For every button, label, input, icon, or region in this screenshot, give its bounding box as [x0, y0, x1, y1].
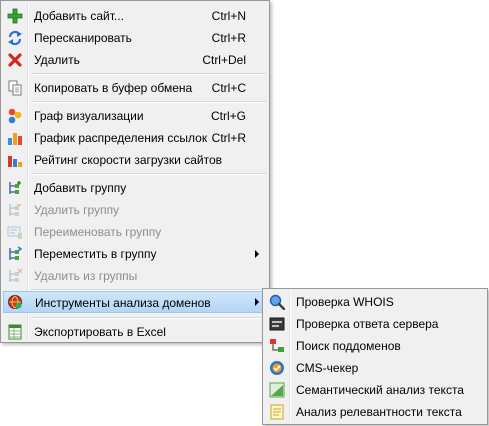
submenu-item-label: Проверка ответа сервера	[296, 317, 439, 331]
menu-item-label: Инструменты анализа доменов	[35, 296, 211, 310]
domain-tools-icon	[8, 295, 22, 309]
menu-item-speed-rating[interactable]: Рейтинг скорости загрузки сайтов	[3, 149, 267, 171]
graph-icon	[8, 108, 22, 124]
domain-tools-submenu: Проверка WHOIS Проверка ответа сервера П…	[262, 288, 488, 425]
server-response-icon	[269, 317, 285, 331]
submenu-item-semantic-analysis[interactable]: Семантический анализ текста	[265, 379, 485, 401]
menu-item-label: Добавить сайт...	[34, 9, 124, 23]
relevance-analysis-icon	[270, 404, 284, 420]
menu-item-export-excel[interactable]: Экспортировать в Excel	[3, 321, 267, 343]
submenu-item-cms-checker[interactable]: CMS-чекер	[265, 357, 485, 379]
menu-item-label: Переименовать группу	[34, 225, 162, 239]
excel-icon	[8, 324, 22, 340]
menu-separator	[31, 173, 266, 175]
rename-group-icon	[7, 226, 22, 239]
menu-item-label: Добавить группу	[34, 181, 127, 195]
menu-item-shortcut: Ctrl+N	[211, 9, 246, 23]
semantic-analysis-icon	[269, 382, 285, 398]
submenu-item-relevance-analysis[interactable]: Анализ релевантности текста	[265, 401, 485, 423]
menu-item-label: Удалить из группы	[34, 269, 138, 283]
menu-item-label: Удалить	[34, 53, 80, 67]
move-to-group-icon	[9, 246, 23, 260]
whois-search-icon	[269, 294, 285, 310]
submenu-item-whois[interactable]: Проверка WHOIS	[265, 291, 485, 313]
menu-item-label: График распределения ссылок	[34, 131, 208, 145]
refresh-icon	[8, 30, 22, 46]
remove-from-group-icon	[9, 268, 23, 282]
menu-separator	[31, 317, 266, 319]
submenu-item-subdomains[interactable]: Поиск поддоменов	[265, 335, 485, 357]
submenu-item-label: Анализ релевантности текста	[296, 405, 462, 419]
menu-item-label: Пересканировать	[34, 31, 132, 45]
menu-item-move-to-group[interactable]: Переместить в группу	[3, 243, 267, 265]
submenu-item-label: Проверка WHOIS	[296, 295, 394, 309]
menu-item-remove-group[interactable]: Удалить группу	[3, 199, 267, 221]
submenu-item-label: CMS-чекер	[296, 361, 359, 375]
menu-item-label: Экспортировать в Excel	[34, 325, 166, 339]
add-plus-icon	[7, 8, 23, 24]
bar-chart-icon	[8, 133, 22, 145]
submenu-item-label: Семантический анализ текста	[296, 383, 464, 397]
submenu-item-server-response[interactable]: Проверка ответа сервера	[265, 313, 485, 335]
menu-item-rename-group[interactable]: Переименовать группу	[3, 221, 267, 243]
subdomain-icon	[270, 339, 284, 352]
menu-item-copy[interactable]: Копировать в буфер обмена Ctrl+C	[3, 77, 267, 99]
speed-rating-icon	[8, 156, 22, 167]
context-menu-screen: Добавить сайт... Ctrl+N Пересканировать …	[0, 0, 489, 426]
menu-item-delete[interactable]: Удалить Ctrl+Del	[3, 49, 267, 71]
menu-item-link-distribution-chart[interactable]: График распределения ссылок Ctrl+R	[3, 127, 267, 149]
submenu-arrow-icon	[255, 298, 259, 306]
context-menu: Добавить сайт... Ctrl+N Пересканировать …	[0, 0, 270, 343]
menu-item-add-site[interactable]: Добавить сайт... Ctrl+N	[3, 5, 267, 27]
menu-separator	[31, 101, 266, 103]
menu-item-visualization-graph[interactable]: Граф визуализации Ctrl+G	[3, 105, 267, 127]
menu-item-shortcut: Ctrl+G	[210, 109, 246, 123]
menu-item-add-group[interactable]: Добавить группу	[3, 177, 267, 199]
remove-group-icon	[9, 204, 21, 216]
menu-item-label: Удалить группу	[34, 203, 120, 217]
menu-item-shortcut: Ctrl+R	[211, 31, 246, 45]
menu-item-label: Рейтинг скорости загрузки сайтов	[34, 153, 222, 167]
menu-item-label: Копировать в буфер обмена	[34, 81, 193, 95]
menu-item-rescan[interactable]: Пересканировать Ctrl+R	[3, 27, 267, 49]
submenu-item-label: Поиск поддоменов	[296, 339, 401, 353]
cms-checker-icon	[270, 361, 284, 375]
menu-item-domain-tools[interactable]: Инструменты анализа доменов	[3, 291, 267, 313]
delete-x-icon	[8, 53, 22, 67]
menu-item-label: Переместить в группу	[34, 247, 157, 261]
copy-icon	[8, 80, 22, 96]
menu-item-shortcut: Ctrl+C	[211, 81, 246, 95]
add-group-icon	[9, 181, 21, 194]
menu-item-shortcut: Ctrl+Del	[202, 53, 246, 67]
menu-separator	[31, 73, 266, 75]
submenu-arrow-icon	[255, 250, 259, 258]
menu-item-label: Граф визуализации	[34, 109, 144, 123]
menu-item-remove-from-group[interactable]: Удалить из группы	[3, 265, 267, 287]
menu-item-shortcut: Ctrl+R	[211, 131, 246, 145]
